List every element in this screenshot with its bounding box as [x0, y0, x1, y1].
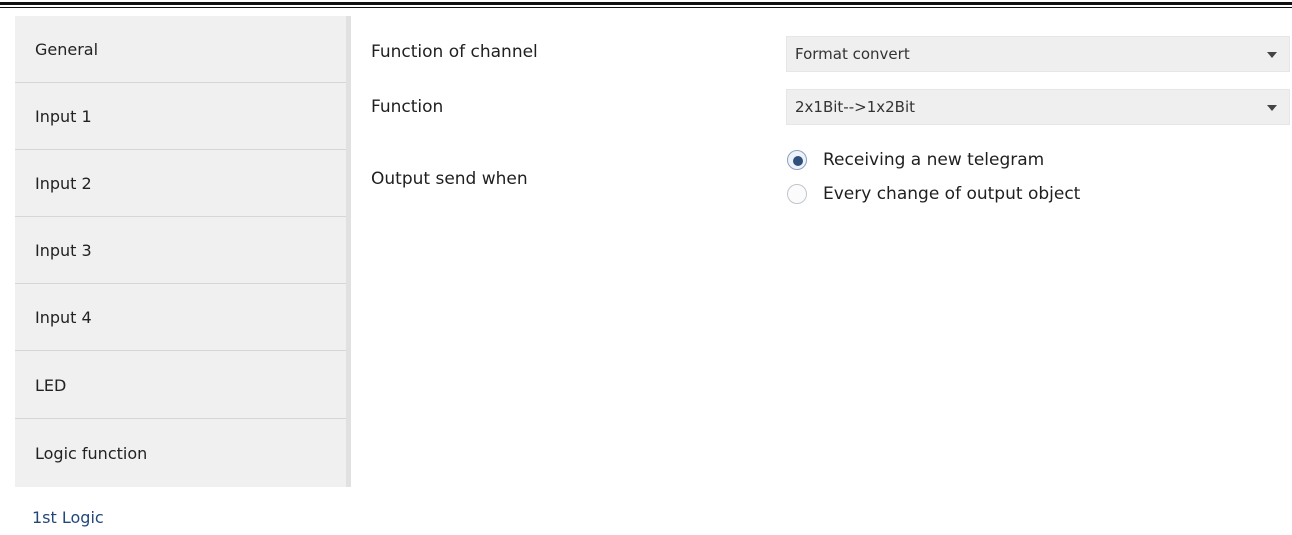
radio-button[interactable] — [787, 184, 807, 204]
top-divider — [0, 2, 1292, 5]
chevron-down-icon — [1267, 52, 1277, 58]
function-of-channel-value: Format convert — [795, 45, 910, 63]
sidebar-item-label: Input 1 — [35, 106, 92, 126]
top-divider-thin — [0, 7, 1292, 8]
sidebar-item-label: Logic function — [35, 444, 148, 463]
output-send-when-label: Output send when — [371, 169, 528, 189]
radio-every-change-output-object[interactable]: Every change of output object — [787, 184, 1080, 204]
function-of-channel-select[interactable]: Format convert — [786, 36, 1290, 72]
radio-receiving-new-telegram[interactable]: Receiving a new telegram — [787, 150, 1044, 170]
sidebar-item-logic-function[interactable]: Logic function — [15, 420, 346, 487]
sidebar-item-label: Input 4 — [35, 307, 92, 327]
chevron-down-icon — [1267, 105, 1277, 111]
radio-label: Receiving a new telegram — [823, 150, 1045, 170]
sidebar-item-input-1[interactable]: Input 1 — [15, 83, 346, 150]
function-select[interactable]: 2x1Bit-->1x2Bit — [786, 89, 1290, 125]
sidebar-subitem-1st-logic[interactable]: 1st Logic — [32, 508, 104, 527]
sidebar-item-input-4[interactable]: Input 4 — [15, 284, 346, 351]
sidebar-item-label: Input 2 — [35, 173, 92, 193]
sidebar-item-led[interactable]: LED — [15, 352, 346, 419]
sidebar-item-input-2[interactable]: Input 2 — [15, 150, 346, 217]
sidebar-item-general[interactable]: General — [15, 16, 346, 83]
function-of-channel-label: Function of channel — [371, 42, 538, 62]
sidebar-item-label: LED — [35, 375, 67, 395]
function-value: 2x1Bit-->1x2Bit — [795, 98, 915, 116]
sidebar-item-label: Input 3 — [35, 240, 92, 260]
radio-label: Every change of output object — [823, 184, 1081, 204]
radio-button-selected[interactable] — [787, 150, 807, 170]
sidebar-item-input-3[interactable]: Input 3 — [15, 217, 346, 284]
function-label: Function — [371, 97, 444, 117]
sidebar-item-label: General — [35, 39, 99, 59]
sidebar: General Input 1 Input 2 Input 3 Input 4 … — [15, 16, 351, 487]
